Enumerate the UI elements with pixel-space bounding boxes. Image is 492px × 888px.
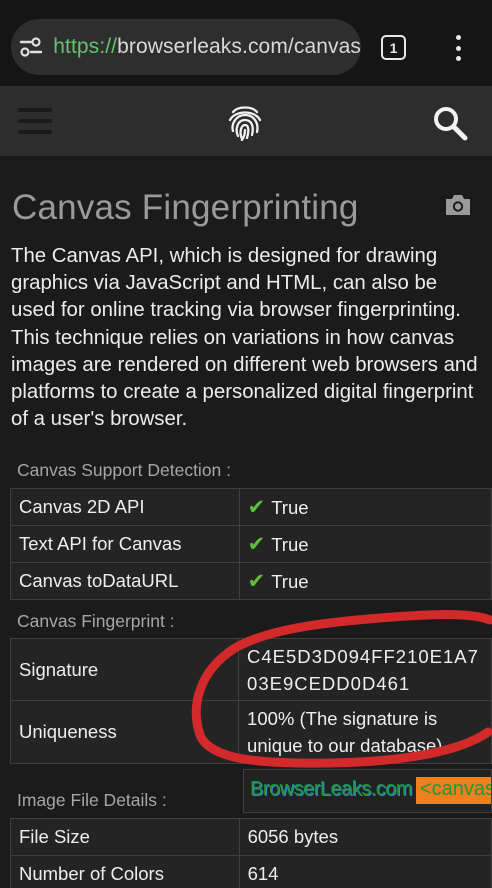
table-row: Canvas toDataURL ✔ True [10, 562, 492, 600]
table-row: Text API for Canvas ✔ True [10, 525, 492, 563]
url-scheme: https:// [53, 35, 118, 58]
number-of-colors-key: Number of Colors [10, 855, 240, 888]
support-value-todataurl: ✔ True [238, 562, 492, 600]
support-table: Canvas 2D API ✔ True Text API for Canvas … [10, 488, 492, 600]
browser-menu-icon[interactable] [448, 33, 468, 63]
signature-value[interactable]: C4E5D3D094FF210E1A7 03E9CEDD0D461 [238, 638, 492, 701]
table-row: Uniqueness 100% (The signature is unique… [9, 700, 492, 764]
table-row: Canvas 2D API ✔ True [10, 488, 492, 526]
check-icon: ✔ [247, 532, 266, 556]
url-host: browserleaks.com/canvas [117, 35, 361, 58]
file-size-key: File Size [10, 818, 240, 856]
url-text[interactable]: https://browserleaks.com/canvas [53, 35, 361, 59]
tab-switcher-button[interactable]: 1 [381, 35, 406, 60]
number-of-colors-value: 614 [238, 855, 492, 888]
table-row: Signature C4E5D3D094FF210E1A7 03E9CEDD0D… [9, 638, 492, 701]
check-icon: ✔ [247, 569, 266, 593]
support-key-todataurl: Canvas toDataURL [10, 562, 240, 600]
address-bar[interactable]: https://browserleaks.com/canvas [11, 19, 361, 75]
intro-paragraph: The Canvas API, which is designed for dr… [11, 245, 478, 431]
canvas-sample-text: BrowserLeaks.com [250, 778, 413, 800]
table-row: File Size 6056 bytes [10, 818, 492, 856]
uniqueness-key: Uniqueness [9, 700, 240, 764]
support-key-text-api: Text API for Canvas [10, 525, 240, 563]
page-title: Canvas Fingerprinting [12, 188, 359, 227]
support-key-2d-api: Canvas 2D API [10, 488, 240, 526]
support-value-text-api: ✔ True [238, 525, 492, 563]
browser-toolbar: https://browserleaks.com/canvas 1 [0, 0, 492, 86]
signature-key: Signature [9, 638, 240, 701]
camera-icon[interactable] [444, 193, 472, 217]
fingerprint-logo-icon[interactable] [227, 103, 263, 141]
uniqueness-value: 100% (The signature is unique to our dat… [238, 700, 492, 764]
fingerprint-table: Signature C4E5D3D094FF210E1A7 03E9CEDD0D… [9, 638, 492, 764]
image-details-table: File Size 6056 bytes Number of Colors 61… [10, 818, 492, 888]
support-value-2d-api: ✔ True [238, 488, 492, 526]
table-row: Number of Colors 614 [10, 855, 492, 888]
check-icon: ✔ [247, 495, 266, 519]
image-details-section-label: Image File Details : [17, 790, 167, 810]
support-section-label: Canvas Support Detection : [17, 460, 232, 480]
file-size-value: 6056 bytes [238, 818, 492, 856]
search-icon[interactable] [432, 105, 468, 141]
fingerprint-section-label: Canvas Fingerprint : [17, 611, 175, 631]
main-content: Canvas Fingerprinting The Canvas API, wh… [0, 156, 492, 888]
site-settings-icon[interactable] [11, 19, 43, 75]
site-header [0, 86, 492, 156]
canvas-sample-tag: <canvas [420, 778, 492, 800]
hamburger-menu-icon[interactable] [18, 108, 52, 134]
canvas-sample-image: BrowserLeaks.com <canvas [243, 769, 492, 813]
